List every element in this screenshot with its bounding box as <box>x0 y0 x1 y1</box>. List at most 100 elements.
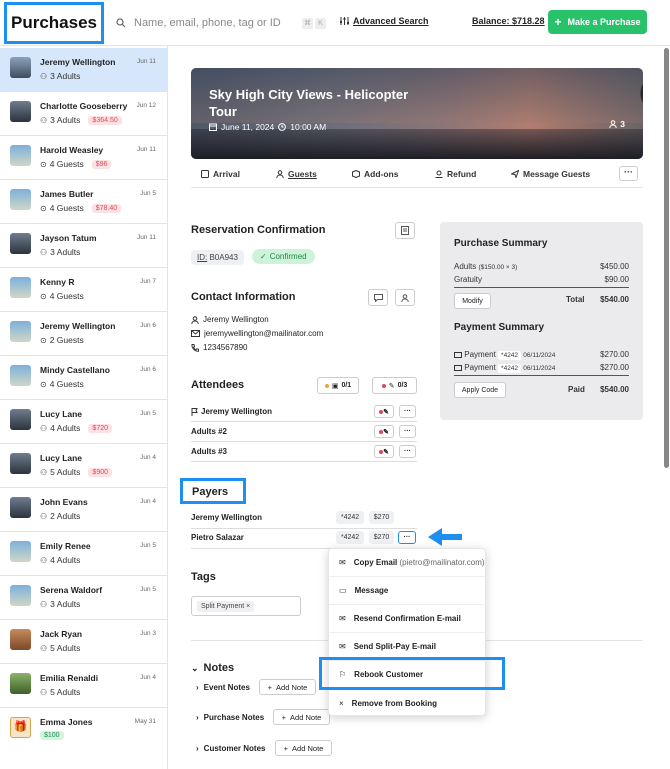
tab-addons[interactable]: Add-ons <box>352 169 398 179</box>
payer-name: Jeremy Wellington <box>191 513 262 522</box>
menu-resend-confirmation[interactable]: ✉ Resend Confirmation E-mail <box>329 605 487 633</box>
payer-amount: $270 <box>369 531 394 544</box>
sidebar-item[interactable]: Jeremy Wellington Jun 11 ⚇ 3 Adults <box>0 48 167 92</box>
banner-city-skyline <box>191 129 643 159</box>
person-icon <box>191 315 199 324</box>
tags-input[interactable]: Split Payment × <box>191 596 301 616</box>
customer-notes-row[interactable]: › Customer Notes <box>196 744 265 753</box>
sidebar-item[interactable]: John Evans Jun 4 ⚇ 2 Adults <box>0 488 167 532</box>
more-options-button[interactable]: ··· <box>619 166 638 181</box>
sidebar-item[interactable]: Emilia Renaldi Jun 4 ⚇ 5 Adults <box>0 664 167 708</box>
edit-contact-button[interactable] <box>395 289 415 306</box>
menu-copy-email[interactable]: ✉ Copy Email (pietro@mailinator.com) <box>329 549 487 577</box>
total-amount: $540.00 <box>600 295 629 304</box>
modify-button[interactable]: Modify <box>454 293 491 309</box>
pencil-icon: ✎ <box>388 382 395 390</box>
notes-header[interactable]: ⌄ Notes <box>191 662 234 674</box>
receipt-button[interactable] <box>395 222 415 239</box>
attendee-more-button[interactable]: ··· <box>399 425 416 438</box>
sidebar-divider <box>0 575 167 576</box>
sidebar-item[interactable]: Harold Weasley Jun 11 ⊙ 4 Guests $96 <box>0 136 167 180</box>
attendee-more-button[interactable]: ··· <box>399 405 416 418</box>
sidebar-item[interactable]: Lucy Lane Jun 5 ⚇ 4 Adults $720 <box>0 400 167 444</box>
plus-icon: + <box>554 15 562 29</box>
sidebar-item[interactable]: Emily Renee Jun 5 ⚇ 4 Adults <box>0 532 167 576</box>
sidebar-item-date: Jun 5 <box>140 586 156 593</box>
calendar-icon <box>209 123 217 131</box>
menu-message[interactable]: ▭ Message <box>329 577 487 605</box>
apply-code-button[interactable]: Apply Code <box>454 382 506 398</box>
purchase-notes-row[interactable]: › Purchase Notes <box>196 713 264 722</box>
sidebar-item[interactable]: Jeremy Wellington Jun 6 ⊙ 2 Guests <box>0 312 167 356</box>
contact-email[interactable]: jeremywellington@mailinator.com <box>204 329 323 338</box>
edit-attendee-button[interactable]: ✎ <box>374 425 394 438</box>
contact-phone[interactable]: 1234567890 <box>203 343 248 352</box>
remove-tag-icon[interactable]: × <box>246 603 250 610</box>
sidebar-item[interactable]: Charlotte Gooseberry Jun 12 ⚇ 3 Adults $364.… <box>0 92 167 136</box>
attendee-row[interactable]: Adults #3 ✎ ··· <box>191 443 417 462</box>
payer-row[interactable]: Jeremy Wellington *4242 $270 <box>191 509 417 529</box>
phone-icon <box>191 343 199 352</box>
warning-dot-icon <box>324 383 329 388</box>
scrollbar[interactable] <box>664 48 669 468</box>
tab-arrival[interactable]: Arrival <box>201 169 240 179</box>
sidebar-item[interactable]: Jayson Tatum Jun 11 ⚇ 3 Adults <box>0 224 167 268</box>
top-bar: Purchases Name, email, phone, tag or ID … <box>0 0 670 46</box>
payer-name: Pietro Salazar <box>191 533 244 542</box>
attendee-more-button[interactable]: ··· <box>399 445 416 458</box>
attendee-row[interactable]: Jeremy Wellington ✎ ··· <box>191 403 417 422</box>
sidebar-item[interactable]: Lucy Lane Jun 4 ⚇ 5 Adults $900 <box>0 444 167 488</box>
menu-remove-from-booking[interactable]: × Remove from Booking <box>329 689 487 717</box>
attendee-count-button-1[interactable]: ▣ 0/1 <box>317 377 359 394</box>
tab-guests[interactable]: Guests <box>276 169 317 179</box>
event-notes-label: Event Notes <box>203 683 250 692</box>
advanced-search-link[interactable]: Advanced Search <box>340 16 429 26</box>
edit-attendee-button[interactable]: ✎ <box>374 445 394 458</box>
sidebar-item[interactable]: 🎁 Emma Jones May 31 $100 <box>0 708 167 752</box>
sidebar-item[interactable]: Jack Ryan Jun 3 ⚇ 5 Adults <box>0 620 167 664</box>
event-banner: Sky High City Views - Helicopter Tour Ju… <box>191 68 643 159</box>
payment-card: *4242 <box>498 364 522 373</box>
add-purchase-note-button[interactable]: + Add Note <box>273 709 330 725</box>
balance-badge: $364.50 <box>88 115 122 125</box>
reservation-id-value: B0A943 <box>209 253 238 262</box>
sidebar-item[interactable]: Kenny R Jun 7 ⊙ 4 Guests <box>0 268 167 312</box>
add-event-note-button[interactable]: + Add Note <box>259 679 316 695</box>
person-icon: ⚇ <box>40 555 48 565</box>
tab-refund[interactable]: Refund <box>435 169 476 179</box>
chat-icon: ▭ <box>339 586 347 595</box>
person-icon: ⚇ <box>40 115 48 125</box>
payment-card: *4242 <box>498 351 522 360</box>
person-icon: ⚇ <box>40 599 48 609</box>
payer-row[interactable]: Pietro Salazar *4242 $270 ··· <box>191 529 417 549</box>
search-bar[interactable]: Name, email, phone, tag or ID ⌘ K <box>116 12 326 34</box>
sidebar-divider <box>0 311 167 312</box>
attendee-count-button-2[interactable]: ✎ 0/3 <box>372 377 417 394</box>
search-input[interactable]: Name, email, phone, tag or ID <box>134 17 300 29</box>
total-label: Total <box>566 295 585 304</box>
check-circle-icon: ⊙ <box>40 291 47 301</box>
message-contact-button[interactable] <box>368 289 388 306</box>
chevron-down-icon: ⌄ <box>191 662 199 673</box>
tab-message-guests[interactable]: Message Guests <box>511 169 590 179</box>
sidebar-item[interactable]: Serena Waldorf Jun 5 ⚇ 3 Adults <box>0 576 167 620</box>
sidebar-item[interactable]: Mindy Castellano Jun 6 ⊙ 4 Guests <box>0 356 167 400</box>
balance-link[interactable]: Balance: $718.28 <box>472 16 545 26</box>
sidebar-item-date: Jun 6 <box>140 366 156 373</box>
event-notes-row[interactable]: › Event Notes <box>196 683 250 692</box>
check-circle-icon: ⊙ <box>40 203 47 213</box>
status-label: Confirmed <box>269 252 307 261</box>
add-customer-note-button[interactable]: + Add Note <box>275 740 332 756</box>
guest-count-value: 3 <box>620 119 625 129</box>
payer-more-button[interactable]: ··· <box>398 531 416 544</box>
sidebar-item-sub: ⚇ 4 Adults <box>40 555 80 565</box>
sidebar-item-name: John Evans <box>40 497 88 507</box>
attendee-row[interactable]: Adults #2 ✎ ··· <box>191 423 417 442</box>
tag-chip[interactable]: Split Payment × <box>197 601 255 612</box>
edit-attendee-button[interactable]: ✎ <box>374 405 394 418</box>
sidebar-item[interactable]: James Butler Jun 5 ⊙ 4 Guests $78.40 <box>0 180 167 224</box>
payment-label: Payment <box>464 350 496 359</box>
alert-dot-icon <box>381 383 386 388</box>
make-purchase-button[interactable]: + Make a Purchase <box>548 10 647 34</box>
message-label: Message <box>354 586 389 595</box>
